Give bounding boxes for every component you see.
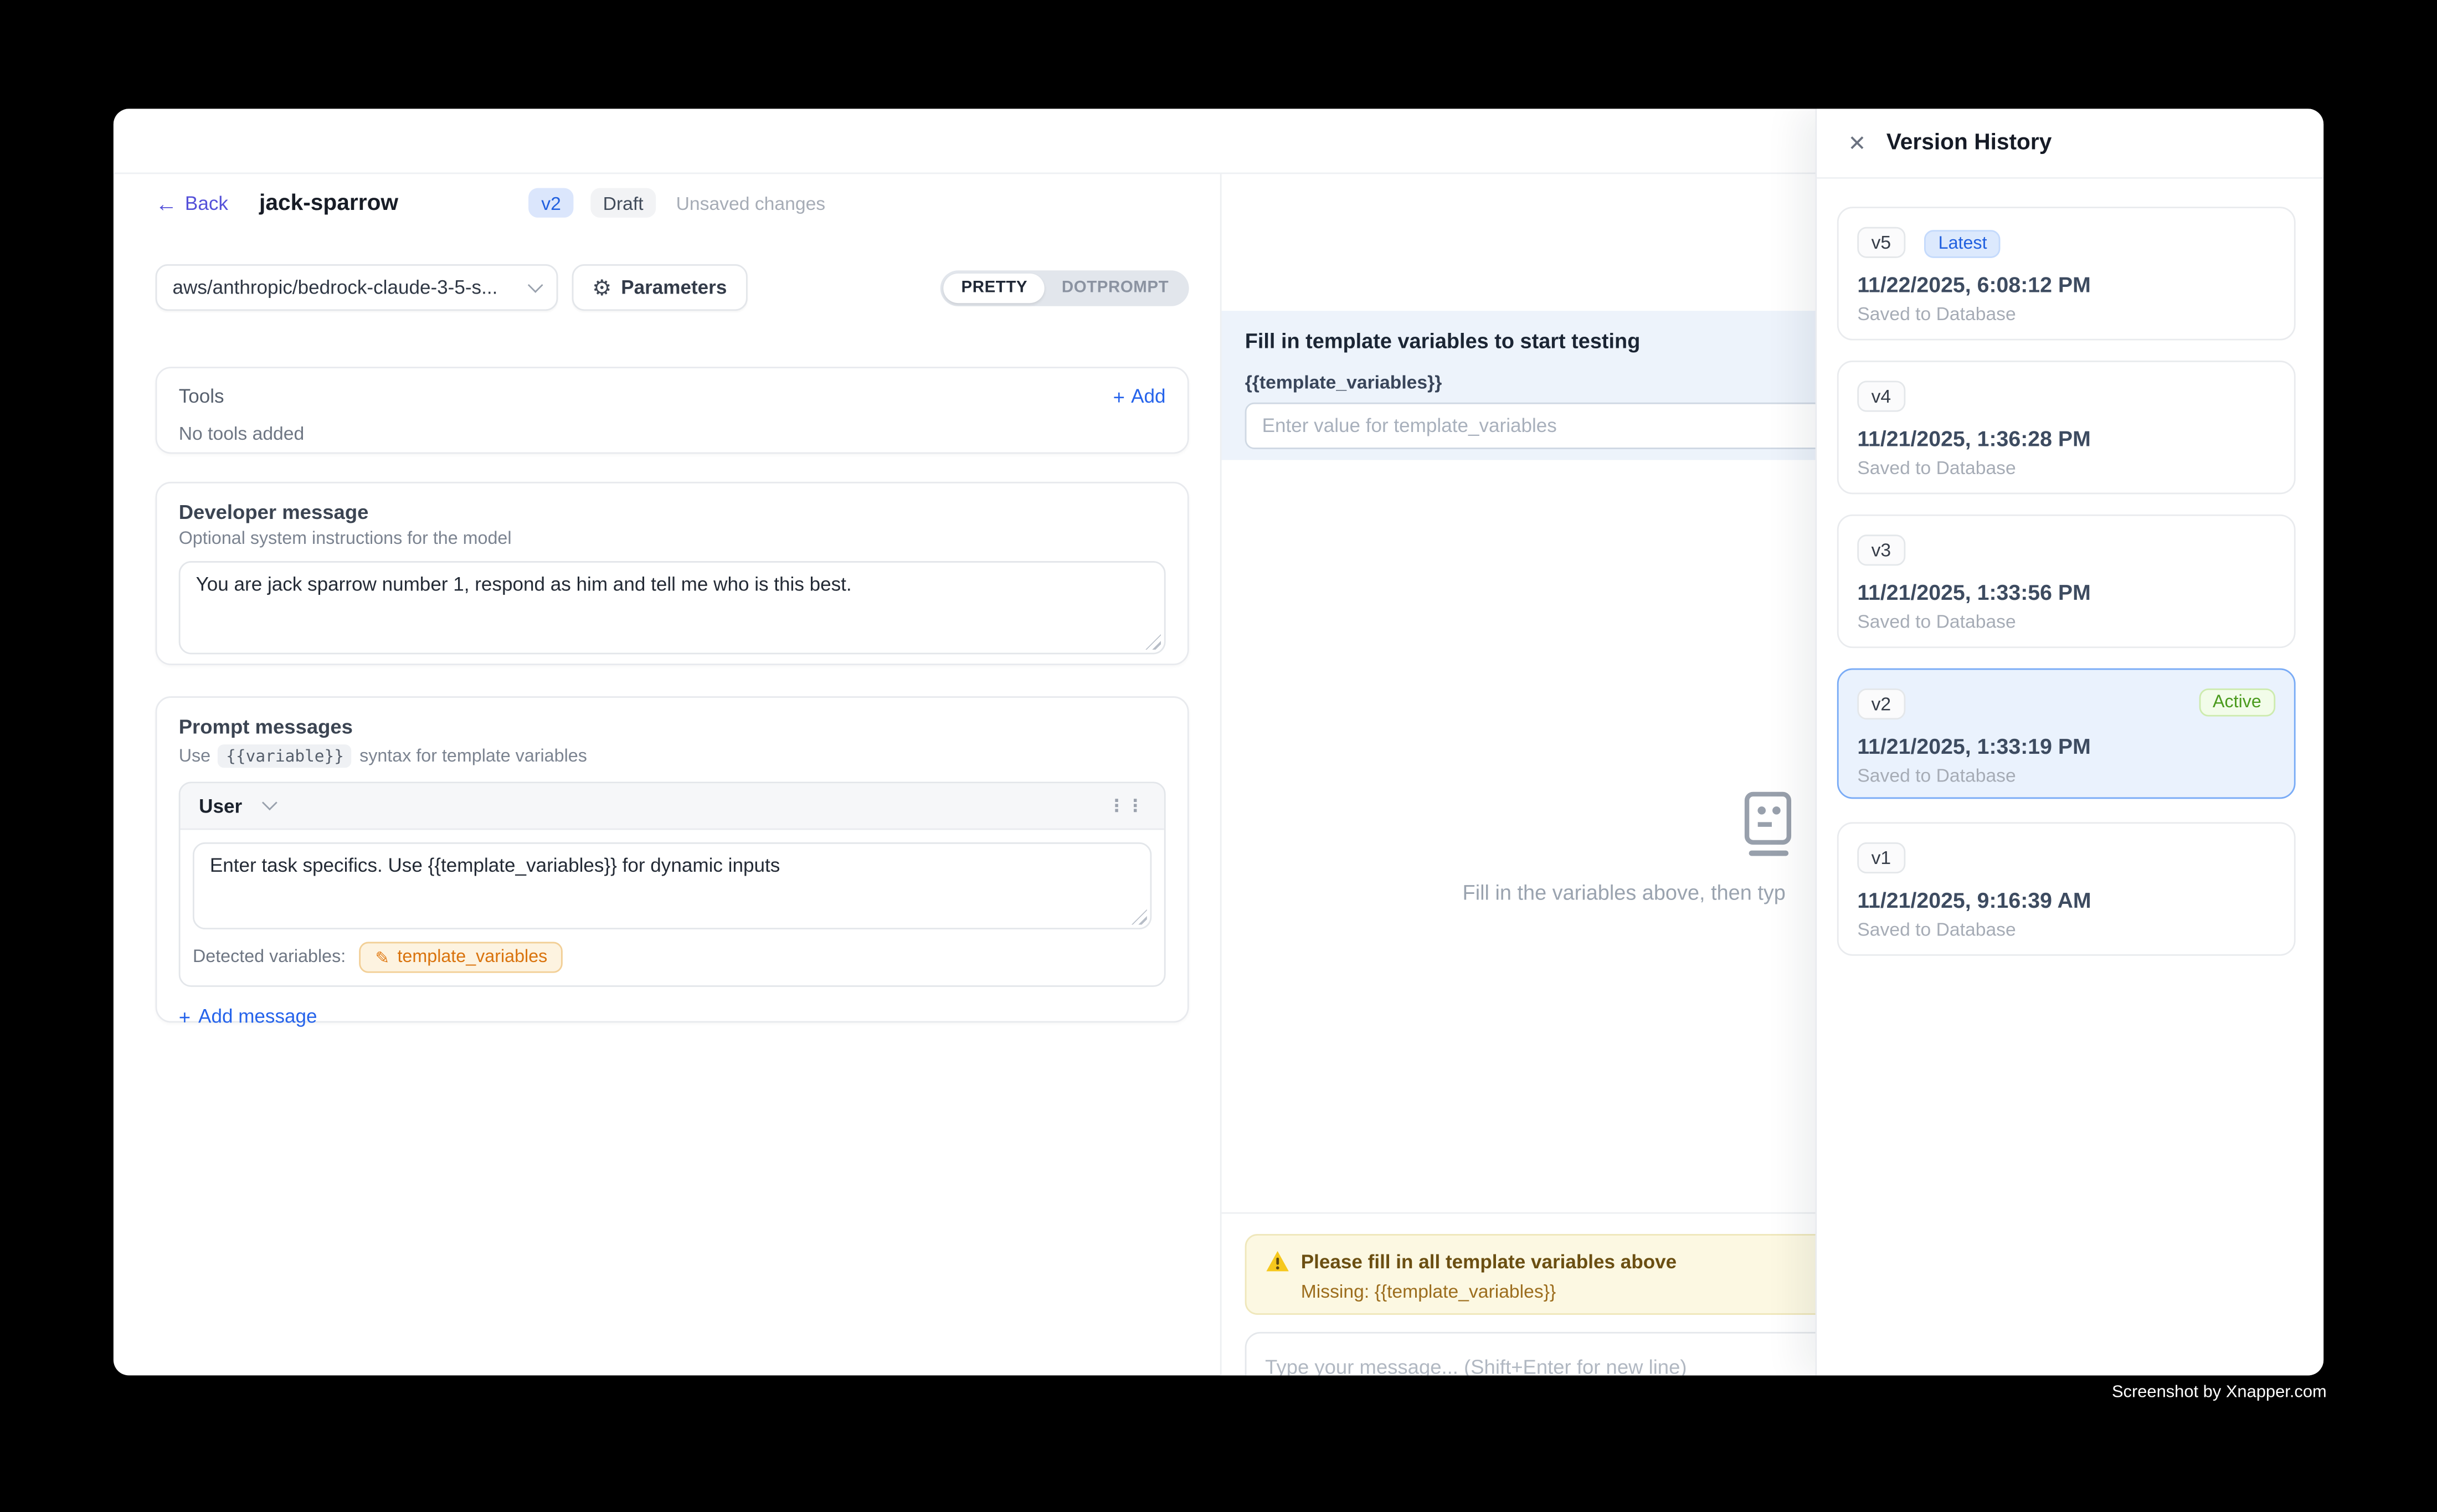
hint-suffix: syntax for template variables	[359, 747, 587, 765]
version-history-panel: ✕ Version History v5 Latest 11/22/2025, …	[1816, 109, 2324, 1375]
version-badge: v2	[529, 188, 574, 218]
close-icon[interactable]: ✕	[1848, 130, 1866, 156]
draft-badge: Draft	[590, 188, 656, 218]
version-timestamp: 11/21/2025, 9:16:39 AM	[1857, 887, 2275, 912]
add-tool-label: Add	[1131, 385, 1165, 407]
app-window: ← Back jack-sparrow v2 Draft Unsaved cha…	[114, 109, 2323, 1375]
version-number-badge: v2	[1857, 688, 1905, 719]
prompt-header-row: ← Back jack-sparrow v2 Draft Unsaved cha…	[156, 188, 1189, 218]
toggle-dotprompt[interactable]: DOTPROMPT	[1045, 272, 1186, 302]
user-message-textarea[interactable]: Enter task specifics. Use {{template_var…	[193, 842, 1151, 929]
gear-icon: ⚙	[592, 276, 611, 298]
role-select[interactable]: User	[199, 795, 275, 816]
role-select-value: User	[199, 795, 242, 816]
version-number-badge: v5	[1857, 227, 1905, 258]
toggle-pretty[interactable]: PRETTY	[944, 272, 1045, 302]
detected-variables-row: Detected variables: ✎ template_variables	[193, 942, 1151, 973]
hint-prefix: Use	[179, 747, 210, 765]
drag-handle-icon[interactable]: ⋮⋮	[1108, 796, 1145, 816]
version-card-v5[interactable]: v5 Latest 11/22/2025, 6:08:12 PM Saved t…	[1837, 207, 2296, 340]
prompt-messages-card: Prompt messages Use {{variable}} syntax …	[156, 696, 1189, 1022]
developer-message-title: Developer message	[179, 501, 1166, 524]
variable-syntax-chip: {{variable}}	[218, 744, 352, 768]
prompt-messages-title: Prompt messages	[179, 715, 1166, 738]
add-tool-button[interactable]: + Add	[1113, 385, 1166, 407]
back-button[interactable]: ← Back	[156, 192, 228, 214]
active-badge: Active	[2199, 688, 2275, 717]
version-card-v2-active[interactable]: v2 Active 11/21/2025, 1:33:19 PM Saved t…	[1837, 668, 2296, 799]
watermark: Screenshot by Xnapper.com	[2112, 1383, 2327, 1402]
warning-icon	[1265, 1249, 1290, 1273]
tools-title: Tools	[179, 385, 224, 407]
version-history-list: v5 Latest 11/22/2025, 6:08:12 PM Saved t…	[1817, 179, 2323, 956]
chevron-down-icon	[528, 277, 543, 292]
back-arrow-icon: ←	[156, 192, 177, 214]
version-save-status: Saved to Database	[1857, 765, 2275, 786]
version-card-v4[interactable]: v4 11/21/2025, 1:36:28 PM Saved to Datab…	[1837, 361, 2296, 494]
add-message-label: Add message	[198, 1006, 317, 1027]
version-card-v3[interactable]: v3 11/21/2025, 1:33:56 PM Saved to Datab…	[1837, 515, 2296, 648]
developer-message-textarea[interactable]: You are jack sparrow number 1, respond a…	[179, 561, 1166, 654]
version-timestamp: 11/21/2025, 1:33:19 PM	[1857, 733, 2275, 758]
version-save-status: Saved to Database	[1857, 611, 2275, 632]
version-timestamp: 11/22/2025, 6:08:12 PM	[1857, 272, 2275, 297]
version-timestamp: 11/21/2025, 1:33:56 PM	[1857, 580, 2275, 605]
parameters-label: Parameters	[621, 276, 727, 298]
version-history-header: ✕ Version History	[1817, 109, 2323, 178]
plus-icon: +	[179, 1006, 191, 1026]
version-number-badge: v3	[1857, 534, 1905, 565]
chevron-down-icon	[261, 795, 277, 810]
tools-card: Tools + Add No tools added	[156, 367, 1189, 454]
prompt-syntax-hint: Use {{variable}} syntax for template var…	[179, 744, 1166, 768]
plus-icon: +	[1113, 386, 1125, 406]
robot-icon	[1739, 790, 1798, 866]
version-save-status: Saved to Database	[1857, 303, 2275, 325]
model-select[interactable]: aws/anthropic/bedrock-claude-3-5-s...	[156, 264, 558, 311]
version-card-v1[interactable]: v1 11/21/2025, 9:16:39 AM Saved to Datab…	[1837, 822, 2296, 955]
add-message-button[interactable]: + Add message	[179, 1006, 1166, 1027]
warning-title: Please fill in all template variables ab…	[1301, 1251, 1677, 1272]
version-history-title: Version History	[1886, 131, 2052, 156]
model-toolbar: aws/anthropic/bedrock-claude-3-5-s... ⚙ …	[156, 264, 1189, 311]
back-label: Back	[185, 192, 228, 214]
user-message-block: User ⋮⋮ Enter task specifics. Use {{temp…	[179, 781, 1166, 986]
no-tools-label: No tools added	[179, 423, 1166, 444]
pencil-icon: ✎	[376, 947, 390, 967]
page-title: jack-sparrow	[259, 191, 398, 215]
developer-message-subtitle: Optional system instructions for the mod…	[179, 530, 1166, 549]
version-timestamp: 11/21/2025, 1:36:28 PM	[1857, 426, 2275, 451]
model-select-value: aws/anthropic/bedrock-claude-3-5-s...	[172, 276, 497, 298]
screenshot-stage: ← Back jack-sparrow v2 Draft Unsaved cha…	[0, 0, 2437, 1512]
detected-variables-label: Detected variables:	[193, 948, 346, 967]
template-variable-chip[interactable]: ✎ template_variables	[359, 942, 563, 973]
version-save-status: Saved to Database	[1857, 918, 2275, 940]
message-role-header: User ⋮⋮	[181, 783, 1164, 830]
version-save-status: Saved to Database	[1857, 457, 2275, 479]
version-number-badge: v1	[1857, 842, 1905, 873]
developer-message-card: Developer message Optional system instru…	[156, 482, 1189, 665]
version-number-badge: v4	[1857, 380, 1905, 412]
latest-badge: Latest	[1924, 230, 2001, 258]
parameters-button[interactable]: ⚙ Parameters	[572, 264, 747, 311]
view-mode-toggle: PRETTY DOTPROMPT	[941, 270, 1189, 306]
chat-empty-state-text: Fill in the variables above, then typ	[1463, 881, 1786, 904]
unsaved-changes-label: Unsaved changes	[676, 192, 826, 214]
template-variable-name: template_variables	[397, 948, 547, 967]
